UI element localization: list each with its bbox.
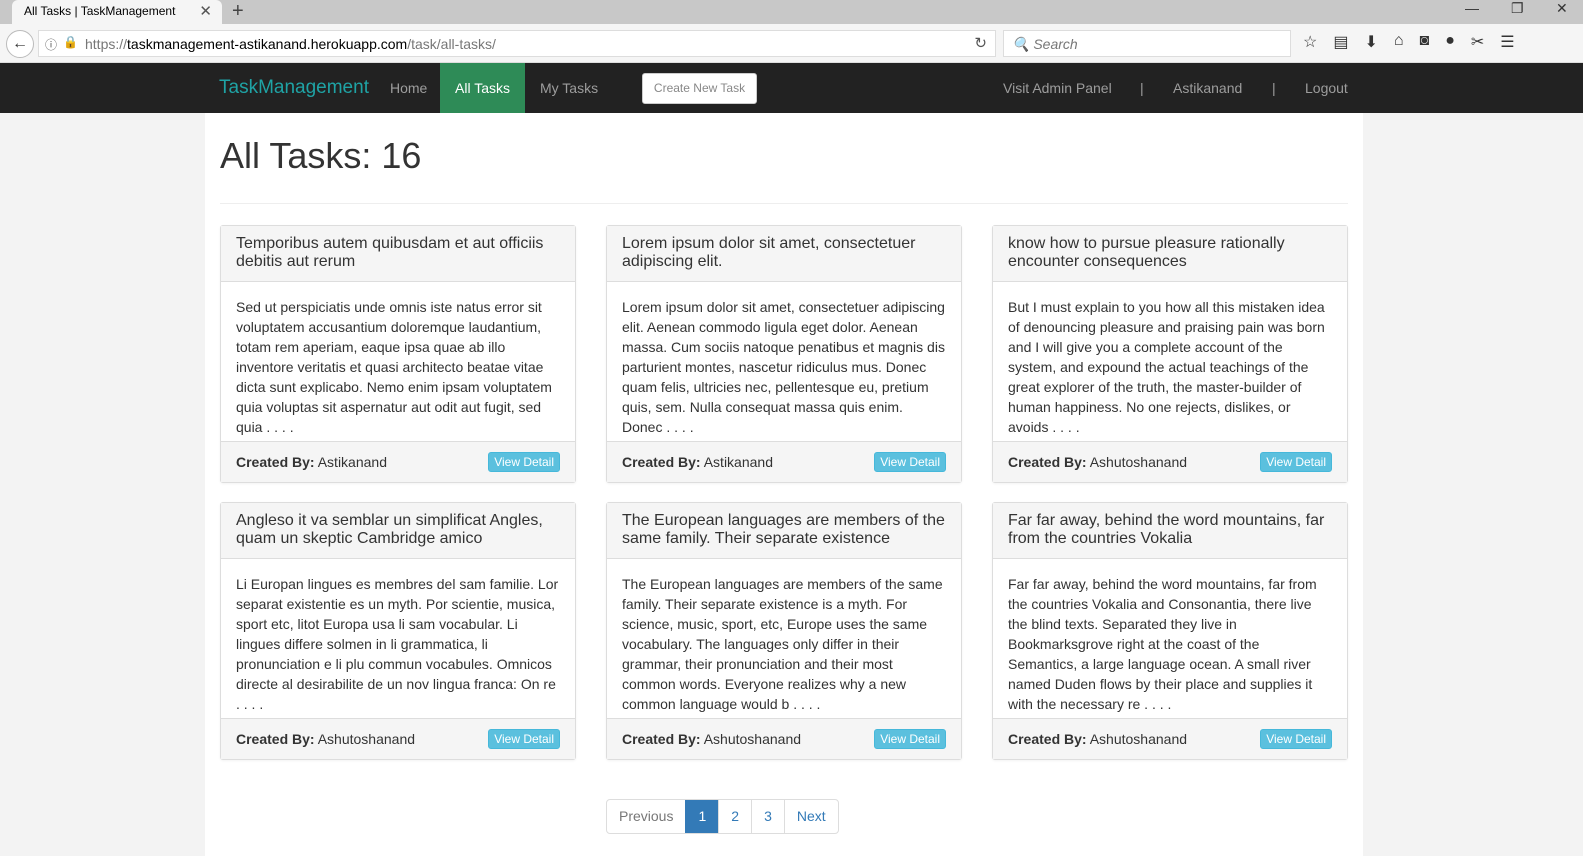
created-by-label: Created By: [1008,454,1087,470]
task-description: Li Europan lingues es membres del sam fa… [236,576,559,712]
browser-search-input[interactable]: 🔍 Search [1003,30,1291,57]
info-icon[interactable]: ⓘ [45,36,57,53]
task-footer: Created By: Ashutoshanand View Detail [607,718,961,759]
task-footer: Created By: Ashutoshanand View Detail [993,441,1347,482]
create-new-task-button[interactable]: Create New Task [642,73,757,104]
close-tab-icon[interactable]: ✕ [199,2,212,20]
new-tab-icon[interactable]: + [232,0,244,23]
task-footer: Created By: Ashutoshanand View Detail [221,718,575,759]
home-icon[interactable]: ⌂ [1394,32,1404,52]
nav-separator: | [1272,80,1276,96]
nav-logout[interactable]: Logout [1305,63,1348,113]
browser-toolbar: ← ⓘ 🔒 https://taskmanagement-astikanand.… [0,24,1583,63]
view-detail-button[interactable]: View Detail [1260,729,1332,749]
nav-home[interactable]: Home [375,63,442,113]
task-creator: Created By: Astikanand [236,454,387,470]
created-by-label: Created By: [236,454,315,470]
search-placeholder: Search [1033,36,1078,52]
task-title: Temporibus autem quibusdam et aut offici… [221,226,575,282]
view-detail-button[interactable]: View Detail [488,729,560,749]
url-host: taskmanagement-astikanand.herokuapp.com [127,36,408,52]
nav-all-tasks[interactable]: All Tasks [440,63,525,113]
task-title: Far far away, behind the word mountains,… [993,503,1347,559]
pagination: Previous 1 2 3 Next [606,799,839,834]
task-card: Temporibus autem quibusdam et aut offici… [220,225,576,483]
created-by-value: Ashutoshanand [703,731,802,747]
created-by-label: Created By: [236,731,315,747]
browser-tab[interactable]: All Tasks | TaskManagement ✕ [12,0,222,24]
created-by-value: Astikanand [317,454,387,470]
task-title: know how to pursue pleasure rationally e… [993,226,1347,282]
nav-separator: | [1140,80,1144,96]
task-card: Angleso it va semblar un simplificat Ang… [220,502,576,760]
pagination-next[interactable]: Next [783,800,838,833]
reload-icon[interactable]: ↻ [974,34,987,52]
pagination-page[interactable]: 3 [751,800,784,833]
page-title: All Tasks: 16 [220,135,422,176]
task-creator: Created By: Ashutoshanand [1008,731,1187,747]
task-description: The European languages are members of th… [622,576,943,712]
created-by-value: Astikanand [703,454,773,470]
divider [220,203,1348,204]
task-description: Lorem ipsum dolor sit amet, consectetuer… [622,299,945,435]
reading-list-icon[interactable]: ▤ [1333,32,1348,52]
task-creator: Created By: Ashutoshanand [236,731,415,747]
task-card: know how to pursue pleasure rationally e… [992,225,1348,483]
nav-my-tasks[interactable]: My Tasks [525,63,613,113]
url-bar[interactable]: ⓘ 🔒 https://taskmanagement-astikanand.he… [38,30,996,57]
task-description: Far far away, behind the word mountains,… [1008,576,1317,712]
app-navbar: TaskManagement Home All Tasks My Tasks C… [0,63,1583,113]
task-footer: Created By: Astikanand View Detail [607,441,961,482]
brand-link[interactable]: TaskManagement [219,77,369,99]
view-detail-button[interactable]: View Detail [488,452,560,472]
pagination-page[interactable]: 2 [718,800,751,833]
task-description: But I must explain to you how all this m… [1008,299,1325,435]
task-footer: Created By: Astikanand View Detail [221,441,575,482]
whatsapp-icon[interactable]: ● [1445,32,1455,52]
created-by-label: Created By: [622,454,701,470]
task-card: Lorem ipsum dolor sit amet, consectetuer… [606,225,962,483]
task-card: Far far away, behind the word mountains,… [992,502,1348,760]
extension-icon[interactable]: ✂ [1471,32,1484,52]
main-content: All Tasks: 16 Temporibus autem quibusdam… [205,113,1363,856]
task-footer: Created By: Ashutoshanand View Detail [993,718,1347,759]
back-icon[interactable]: ← [6,30,34,58]
view-detail-button[interactable]: View Detail [1260,452,1332,472]
browser-tabbar: All Tasks | TaskManagement ✕ + — ❐ ✕ [0,0,1583,24]
view-detail-button[interactable]: View Detail [874,452,946,472]
created-by-label: Created By: [622,731,701,747]
pocket-icon[interactable]: ◙ [1420,32,1430,52]
task-creator: Created By: Ashutoshanand [1008,454,1187,470]
created-by-value: Ashutoshanand [1089,731,1188,747]
pagination-previous[interactable]: Previous [607,800,685,833]
restore-icon[interactable]: ❐ [1511,0,1524,17]
minimize-icon[interactable]: — [1465,0,1479,16]
task-card: The European languages are members of th… [606,502,962,760]
pagination-page[interactable]: 1 [685,800,719,833]
nav-user[interactable]: Astikanand [1173,63,1242,113]
created-by-value: Ashutoshanand [1089,454,1188,470]
url-path: /task/all-tasks/ [407,36,496,52]
created-by-value: Ashutoshanand [317,731,416,747]
task-creator: Created By: Astikanand [622,454,773,470]
task-title: The European languages are members of th… [607,503,961,559]
lock-icon: 🔒 [63,35,78,49]
view-detail-button[interactable]: View Detail [874,729,946,749]
window-close-icon[interactable]: ✕ [1556,0,1568,17]
task-title: Lorem ipsum dolor sit amet, consectetuer… [607,226,961,282]
task-title: Angleso it va semblar un simplificat Ang… [221,503,575,559]
nav-admin-panel[interactable]: Visit Admin Panel [1003,63,1112,113]
task-description: Sed ut perspiciatis unde omnis iste natu… [236,299,552,435]
bookmark-star-icon[interactable]: ☆ [1303,32,1317,52]
task-creator: Created By: Ashutoshanand [622,731,801,747]
created-by-label: Created By: [1008,731,1087,747]
tab-title: All Tasks | TaskManagement [24,4,176,18]
menu-icon[interactable]: ☰ [1500,32,1514,52]
download-icon[interactable]: ⬇ [1364,32,1377,52]
